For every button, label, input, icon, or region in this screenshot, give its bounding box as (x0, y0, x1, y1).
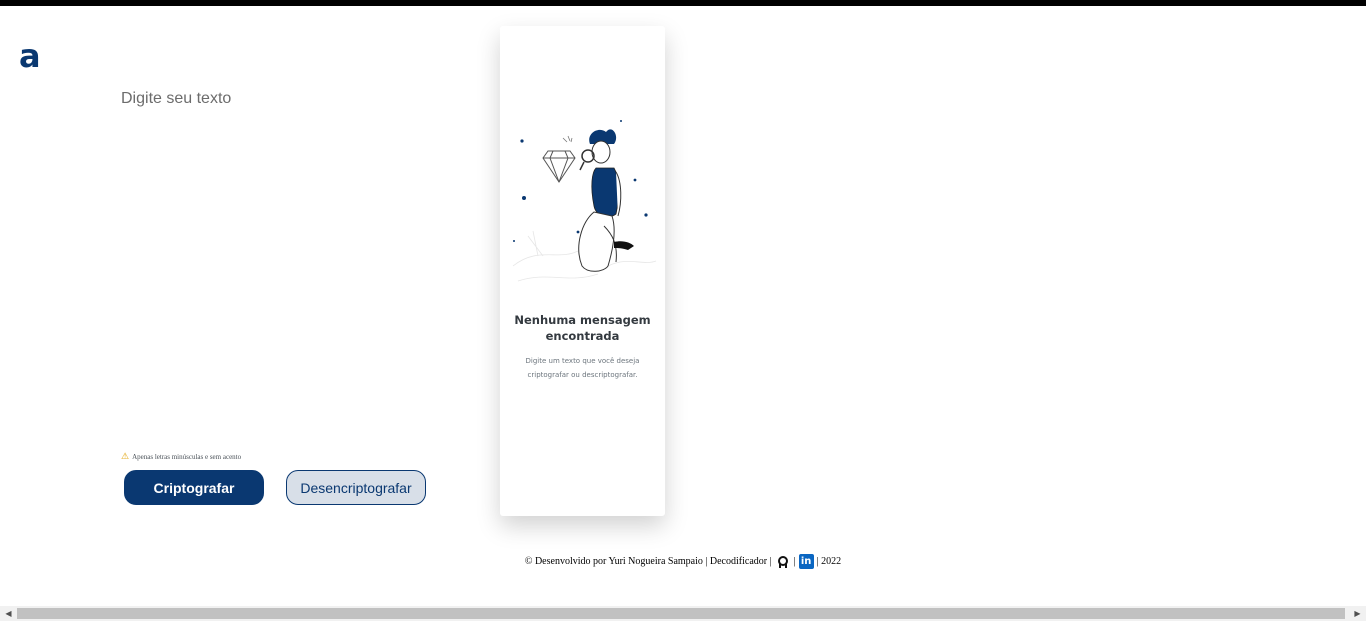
footer-year: | 2022 (816, 556, 842, 567)
footer-separator: | (793, 556, 796, 567)
warning-icon: ⚠ (121, 451, 130, 461)
github-icon[interactable] (775, 555, 791, 569)
linkedin-icon[interactable]: in (798, 554, 814, 569)
decrypt-button[interactable]: Desencriptografar (286, 470, 426, 505)
input-warning: ⚠ Apenas letras minúsculas e sem acento (121, 451, 241, 462)
scroll-right-arrow-icon[interactable]: ▶ (1350, 606, 1365, 621)
text-input[interactable] (121, 90, 461, 430)
search-person-illustration (512, 120, 657, 282)
encrypt-button[interactable]: Criptografar (124, 470, 264, 505)
top-bar (0, 0, 1366, 6)
footer-credit: © Desenvolvido por Yuri Nogueira Sampaio… (524, 556, 772, 567)
horizontal-scrollbar[interactable]: ◀ ▶ (0, 606, 1366, 621)
scroll-left-arrow-icon[interactable]: ◀ (1, 606, 16, 621)
scrollbar-thumb[interactable] (17, 608, 1345, 619)
footer: © Desenvolvido por Yuri Nogueira Sampaio… (0, 554, 1366, 569)
github-logo-icon (777, 555, 788, 568)
empty-message-title: Nenhuma mensagem encontrada (514, 313, 651, 343)
warning-text: Apenas letras minúsculas e sem acento (132, 452, 242, 461)
alura-logo[interactable]: a (19, 40, 41, 72)
empty-message-subtitle: Digite um texto que você deseja criptogr… (525, 357, 640, 379)
output-panel: Nenhuma mensagem encontrada Digite um te… (500, 26, 665, 516)
